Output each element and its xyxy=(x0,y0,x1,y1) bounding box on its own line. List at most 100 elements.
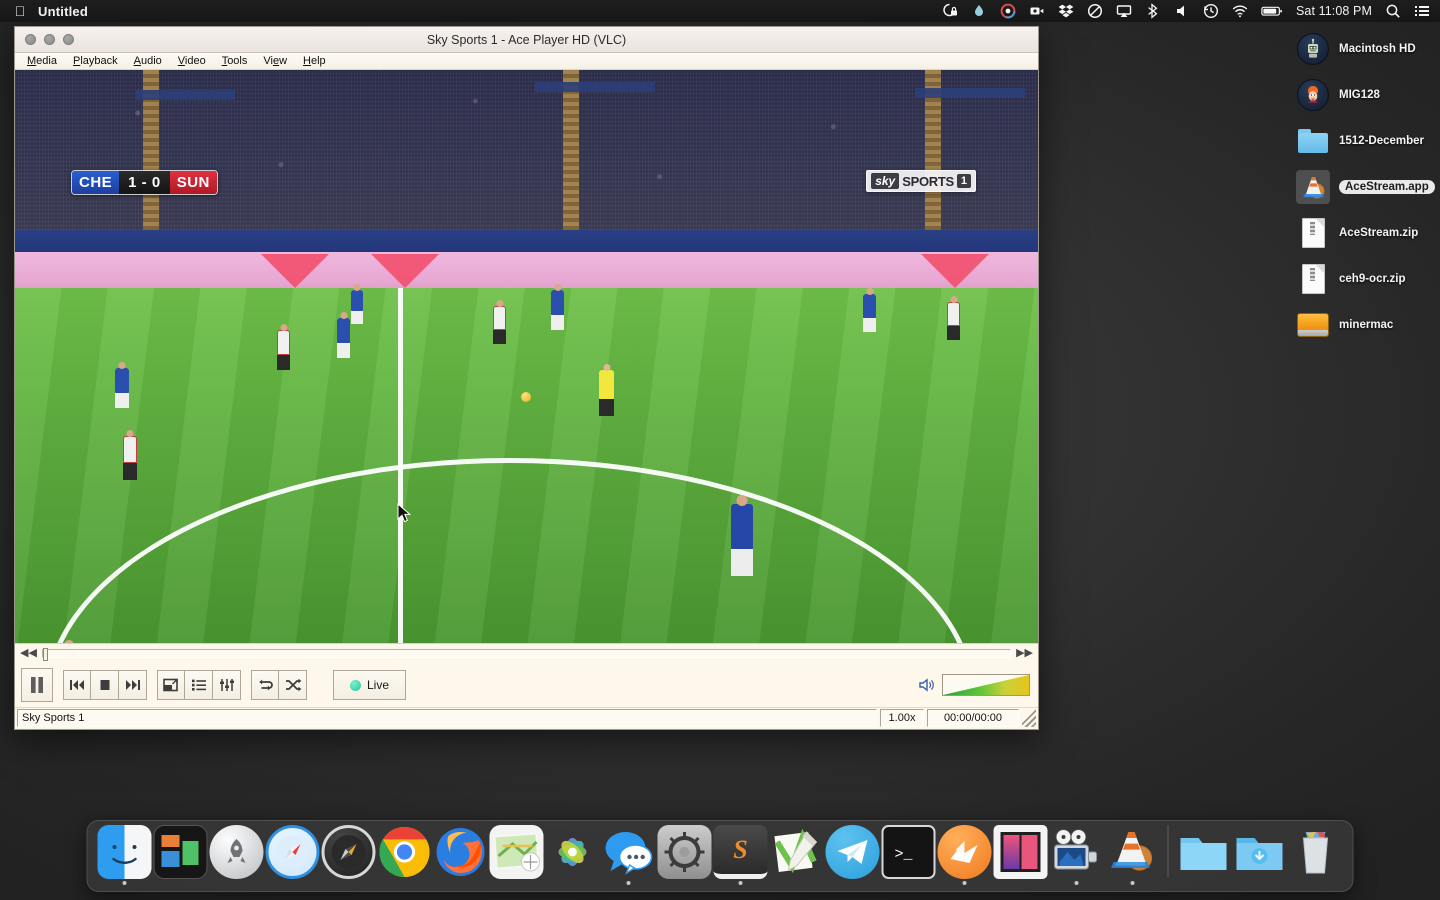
video-camera-icon[interactable] xyxy=(1029,3,1045,19)
dock-separator xyxy=(1168,825,1169,877)
desktop-icon-acestream-app[interactable]: AceStream.app xyxy=(1288,164,1440,210)
dock-item-photos[interactable] xyxy=(545,825,601,885)
dock-item-notes[interactable] xyxy=(769,825,825,885)
time-machine-icon[interactable] xyxy=(1203,3,1219,19)
dock-item-messages[interactable] xyxy=(601,825,657,885)
battery-icon[interactable] xyxy=(1261,3,1283,19)
vlc-title-bar[interactable]: Sky Sports 1 - Ace Player HD (VLC) xyxy=(15,27,1038,53)
dock-item-trash[interactable] xyxy=(1288,825,1344,885)
desktop-icon-acestream-zip[interactable]: AceStream.zip xyxy=(1288,210,1440,256)
menu-media[interactable]: Media xyxy=(19,53,65,69)
search-icon[interactable] xyxy=(1385,3,1401,19)
dock-item-firefox[interactable] xyxy=(433,825,489,885)
status-time-display[interactable]: 00:00/00:00 xyxy=(927,709,1019,727)
dock-item-documents-folder[interactable] xyxy=(1176,825,1232,885)
dock-item-preview[interactable] xyxy=(993,825,1049,885)
dock-item-finder[interactable] xyxy=(97,825,153,885)
resize-grip[interactable] xyxy=(1022,709,1036,727)
volume-slider[interactable] xyxy=(942,674,1030,696)
dropbox-icon[interactable] xyxy=(1058,3,1074,19)
video-surface[interactable]: CHE 1 - 0 SUN sky SPORTS 1 xyxy=(15,70,1038,643)
desktop-icon-mig128[interactable]: MIG128 xyxy=(1288,72,1440,118)
menu-help[interactable]: Help xyxy=(295,53,334,69)
player xyxy=(351,290,363,324)
channel-logo-sports: SPORTS xyxy=(902,174,954,189)
water-drop-icon[interactable] xyxy=(971,3,987,19)
dock-item-telegram[interactable] xyxy=(825,825,881,885)
do-not-disturb-icon[interactable] xyxy=(1087,3,1103,19)
player xyxy=(599,370,614,416)
safari-dark-icon xyxy=(322,825,376,879)
dock-item-safari-technology-preview[interactable] xyxy=(321,825,377,885)
previous-button[interactable] xyxy=(63,670,91,700)
player xyxy=(551,290,564,330)
next-button[interactable] xyxy=(119,670,147,700)
dock-item-mission-control[interactable] xyxy=(153,825,209,885)
bluetooth-icon[interactable] xyxy=(1145,3,1161,19)
desktop-icon-minermac[interactable]: minermac xyxy=(1288,302,1440,348)
desktop-icon-macintosh-hd[interactable]: Macintosh HD xyxy=(1288,26,1440,72)
dock-item-terminal[interactable]: >_ xyxy=(881,825,937,885)
folder-icon xyxy=(1296,124,1330,158)
desktop-icon-ceh9-ocr-zip[interactable]: ceh9-ocr.zip xyxy=(1288,256,1440,302)
apple-logo-icon[interactable]:  xyxy=(8,4,32,18)
airplay-icon[interactable] xyxy=(1116,3,1132,19)
dock-item-system-preferences[interactable] xyxy=(657,825,713,885)
dock-item-sublime-text[interactable]: S xyxy=(713,825,769,885)
menu-tools[interactable]: Tools xyxy=(214,53,256,69)
home-team-abbr: CHE xyxy=(72,171,119,194)
system-preferences-icon xyxy=(658,825,712,879)
transport-button-group xyxy=(63,670,147,700)
menu-audio[interactable]: Audio xyxy=(126,53,170,69)
svg-text:>_: >_ xyxy=(895,846,914,863)
dock-item-imovie[interactable] xyxy=(1049,825,1105,885)
equalizer-button[interactable] xyxy=(213,670,241,700)
dock-item-sketch[interactable] xyxy=(937,825,993,885)
stop-button[interactable] xyxy=(91,670,119,700)
shuffle-button[interactable] xyxy=(279,670,307,700)
seek-handle[interactable] xyxy=(43,648,48,661)
advertising-board xyxy=(15,252,1038,290)
seek-bar-row[interactable]: ◀◀ ▶▶ xyxy=(15,643,1038,663)
media-circle-icon[interactable] xyxy=(1000,3,1016,19)
dock-item-downloads-folder[interactable] xyxy=(1232,825,1288,885)
volume-icon[interactable] xyxy=(1174,3,1190,19)
zip-archive-icon xyxy=(1296,262,1330,296)
dock-item-google-chrome[interactable] xyxy=(377,825,433,885)
live-indicator-icon xyxy=(350,680,361,691)
dock-item-ace-player-vlc[interactable] xyxy=(1105,825,1161,885)
launchpad-icon xyxy=(210,825,264,879)
chrome-icon xyxy=(378,825,432,879)
dock-item-safari[interactable] xyxy=(265,825,321,885)
menu-bar-clock[interactable]: Sat 11:08 PM xyxy=(1296,4,1372,18)
desktop-icon-1512-december[interactable]: 1512-December xyxy=(1288,118,1440,164)
menu-playback[interactable]: Playback xyxy=(65,53,126,69)
finder-icon xyxy=(98,825,152,879)
seek-slider[interactable] xyxy=(42,649,1011,658)
playlist-button[interactable] xyxy=(185,670,213,700)
loop-button[interactable] xyxy=(251,670,279,700)
volume-control[interactable]: 100% xyxy=(918,674,1032,696)
dock-item-maps[interactable] xyxy=(489,825,545,885)
fast-forward-icon[interactable]: ▶▶ xyxy=(1016,648,1033,659)
vlc-cone-icon xyxy=(1106,825,1160,879)
pause-button[interactable] xyxy=(21,668,53,702)
live-button[interactable]: Live xyxy=(333,670,406,700)
menu-video[interactable]: Video xyxy=(170,53,214,69)
system-menu-bar:  Untitled Sat 11:08 PM xyxy=(0,0,1440,22)
fullscreen-button[interactable] xyxy=(157,670,185,700)
notification-center-icon[interactable] xyxy=(1414,3,1430,19)
wifi-icon[interactable] xyxy=(1232,3,1248,19)
lock-icon[interactable] xyxy=(942,3,958,19)
telegram-icon xyxy=(826,825,880,879)
stadium-crowd xyxy=(15,70,1038,242)
vlc-window[interactable]: Sky Sports 1 - Ace Player HD (VLC) Media… xyxy=(14,26,1039,730)
trash-full-icon xyxy=(1289,825,1343,879)
football xyxy=(521,392,531,402)
menu-view[interactable]: View xyxy=(255,53,295,69)
rewind-icon[interactable]: ◀◀ xyxy=(20,648,37,659)
status-playback-speed[interactable]: 1.00x xyxy=(880,709,924,727)
speaker-icon[interactable] xyxy=(918,677,936,693)
mission-control-icon xyxy=(154,825,208,879)
dock-item-launchpad[interactable] xyxy=(209,825,265,885)
